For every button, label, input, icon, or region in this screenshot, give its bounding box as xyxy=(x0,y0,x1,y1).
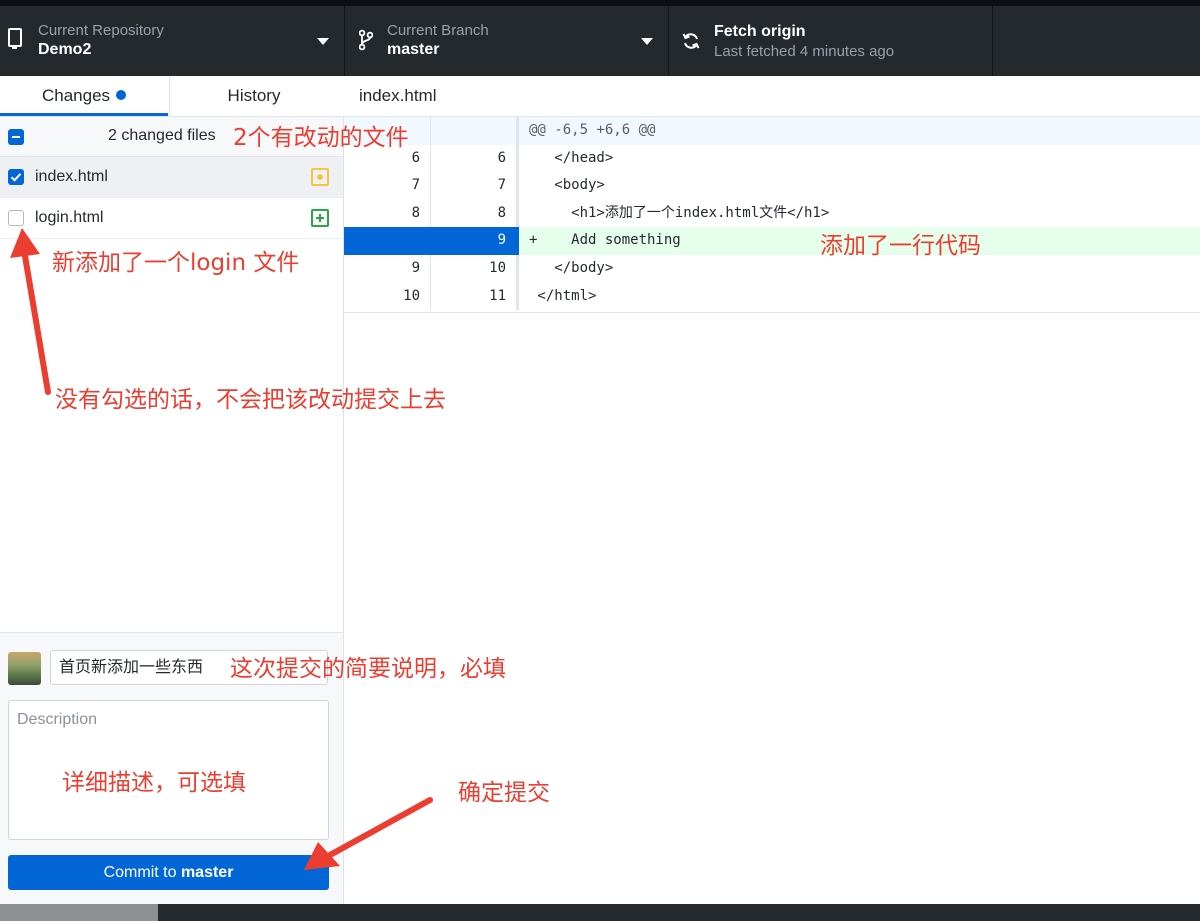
annotation-description: 详细描述，可选填 xyxy=(62,770,246,796)
annotation-changed-files: 2个有改动的文件 xyxy=(233,125,409,151)
arrow-head-icon xyxy=(304,842,340,870)
arrow-down-left-icon xyxy=(327,797,433,858)
annotation-added-line: 添加了一行代码 xyxy=(820,233,981,259)
arrow-up-icon xyxy=(21,247,51,395)
annotation-commit: 确定提交 xyxy=(458,780,550,806)
arrow-head-icon xyxy=(10,228,40,258)
annotation-summary: 这次提交的简要说明，必填 xyxy=(230,656,506,682)
annotation-unchecked: 没有勾选的话，不会把该改动提交上去 xyxy=(55,387,446,413)
annotation-new-file: 新添加了一个login 文件 xyxy=(52,250,300,276)
